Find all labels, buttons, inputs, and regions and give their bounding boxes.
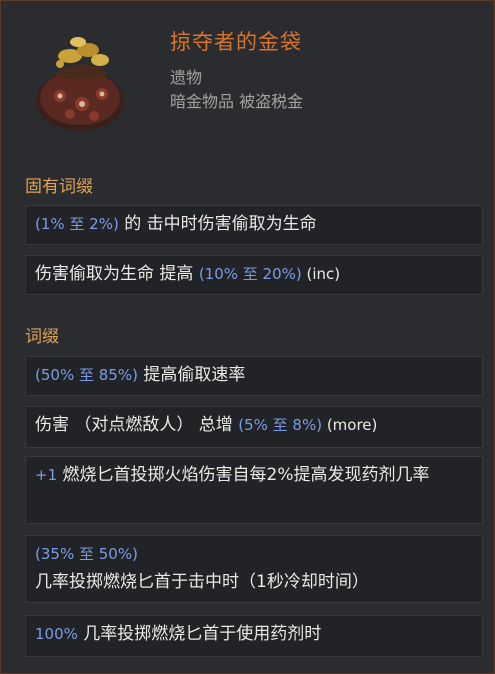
item-header: 掠夺者的金袋 遗物 暗金物品 被盗税金 xyxy=(0,0,495,150)
item-rarity: 暗金物品 被盗税金 xyxy=(170,92,304,111)
mod-text: 伤害偷取为生命 提高 xyxy=(35,264,199,284)
affix-mod-4: (35% 至 50%) 几率投掷燃烧匕首于击中时（1秒冷却时间） xyxy=(25,535,483,603)
mod-text: 伤害 （对点燃敌人） 总增 xyxy=(35,415,239,435)
mod-range: 100% xyxy=(35,625,78,643)
affix-mod-1: (50% 至 85%) 提高偷取速率 xyxy=(25,356,483,396)
mod-range: (1% 至 2%) xyxy=(35,215,119,233)
mod-text: 几率投掷燃烧匕首于使用药剂时 xyxy=(77,624,322,644)
mod-range: (50% 至 85%) xyxy=(35,366,138,384)
mod-range: (35% 至 50%) xyxy=(35,545,138,563)
implicit-mod-1: (1% 至 2%) 的 击中时伤害偷取为生命 xyxy=(25,205,483,245)
coin-bag-icon xyxy=(36,37,124,131)
item-title: 掠夺者的金袋 xyxy=(170,30,302,54)
affix-mod-2: 伤害 （对点燃敌人） 总增 (5% 至 8%) (more) xyxy=(25,406,483,448)
affix-mod-5: 100% 几率投掷燃烧匕首于使用药剂时 xyxy=(25,615,483,657)
mod-text: 几率投掷燃烧匕首于击中时（1秒冷却时间） xyxy=(35,572,369,592)
mod-text: 的 击中时伤害偷取为生命 xyxy=(118,214,317,234)
mod-range: (10% 至 20%) xyxy=(198,265,302,283)
mod-tag: (more) xyxy=(322,416,378,434)
mod-range: +1 xyxy=(35,466,58,484)
affix-mod-3: +1 燃烧匕首投掷火焰伤害自每2%提高发现药剂几率 xyxy=(25,456,483,524)
implicit-section-label: 固有词缀 xyxy=(25,177,93,197)
implicit-mod-2: 伤害偷取为生命 提高 (10% 至 20%) (inc) xyxy=(25,255,483,295)
mod-tag: (inc) xyxy=(301,265,341,283)
mod-text: 燃烧匕首投掷火焰伤害自每2%提高发现药剂几率 xyxy=(57,465,430,485)
affix-section-label: 词缀 xyxy=(25,327,59,347)
mod-text: 提高偷取速率 xyxy=(137,365,246,385)
item-type: 遗物 xyxy=(170,68,203,87)
mod-range: (5% 至 8%) xyxy=(238,416,323,434)
